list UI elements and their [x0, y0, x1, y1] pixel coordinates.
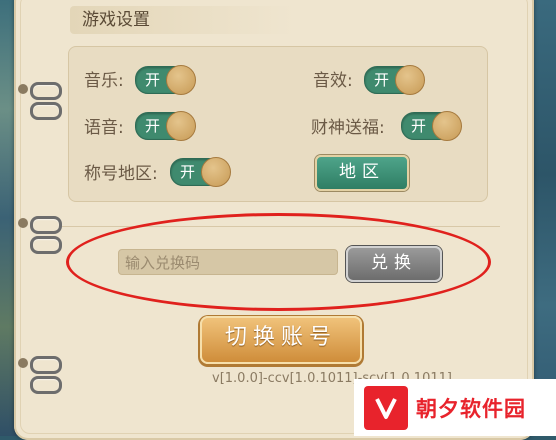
toggle-state: 开: [180, 163, 196, 181]
toggle-knob-icon: [201, 157, 231, 187]
music-toggle[interactable]: 开: [135, 65, 196, 95]
watermark-logo-icon: [364, 385, 408, 430]
toggle-knob-icon: [432, 111, 462, 141]
voice-label: 语音:: [84, 118, 124, 138]
watermark-text: 朝夕软件园: [416, 396, 526, 421]
ring-hole: [18, 84, 28, 94]
binder-ring-icon: [30, 82, 62, 100]
divider: [62, 226, 500, 227]
redeem-button[interactable]: 兑换: [346, 246, 442, 282]
redeem-code-input[interactable]: 输入兑换码: [118, 249, 338, 275]
title-region-toggle[interactable]: 开: [170, 157, 231, 187]
toggle-knob-icon: [395, 65, 425, 95]
toggle-knob-icon: [166, 65, 196, 95]
binder-ring-icon: [30, 102, 62, 120]
section-title: 游戏设置: [70, 6, 294, 34]
binder-ring-icon: [30, 356, 62, 374]
sfx-label: 音效:: [313, 71, 353, 91]
music-label: 音乐:: [84, 71, 124, 91]
toggle-state: 开: [374, 71, 390, 89]
fortune-toggle[interactable]: 开: [401, 111, 462, 141]
sfx-toggle[interactable]: 开: [364, 65, 425, 95]
watermark: 朝夕软件园: [354, 379, 556, 436]
toggle-state: 开: [145, 71, 161, 89]
fortune-label: 财神送福:: [311, 118, 385, 138]
ring-hole: [18, 358, 28, 368]
ring-hole: [18, 218, 28, 228]
binder-ring-icon: [30, 236, 62, 254]
binder-ring-icon: [30, 376, 62, 394]
voice-toggle[interactable]: 开: [135, 111, 196, 141]
region-button[interactable]: 地区: [315, 155, 409, 191]
binder-ring-icon: [30, 216, 62, 234]
toggle-state: 开: [145, 117, 161, 135]
title-region-label: 称号地区:: [84, 164, 158, 184]
toggle-knob-icon: [166, 111, 196, 141]
switch-account-button[interactable]: 切换账号: [200, 316, 362, 364]
toggle-state: 开: [411, 117, 427, 135]
